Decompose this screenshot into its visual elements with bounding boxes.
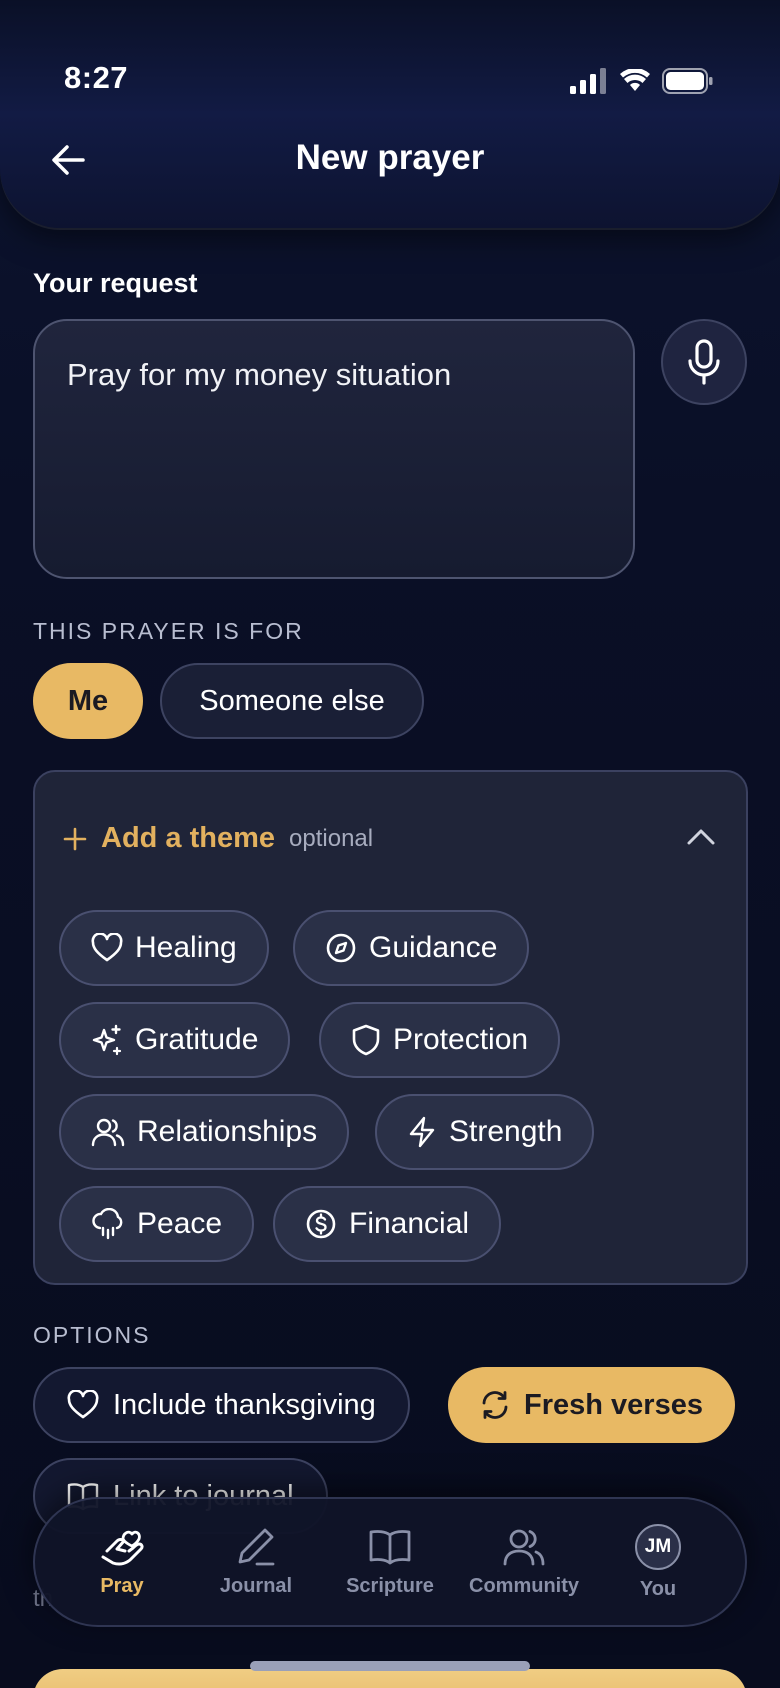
chip-label: Protection: [393, 1023, 529, 1056]
chip-label: Relationships: [137, 1115, 318, 1148]
avatar: JM: [635, 1523, 681, 1570]
chip-label: Guidance: [369, 931, 498, 964]
theme-chip-peace[interactable]: Peace: [59, 1186, 255, 1262]
nav-label: Scripture: [346, 1574, 434, 1597]
theme-title: Add a theme: [101, 822, 276, 854]
microphone-icon: [688, 339, 720, 385]
lightning-icon: [409, 1116, 435, 1148]
signal-icon: [570, 68, 606, 94]
nav-item-journal[interactable]: Journal: [191, 1527, 321, 1598]
theme-optional: optional: [289, 824, 374, 852]
home-indicator: [250, 1661, 530, 1671]
chip-label: Strength: [449, 1115, 563, 1148]
chip-label: Peace: [137, 1207, 223, 1240]
cloud-rain-icon: [92, 1208, 123, 1240]
wifi-icon: [620, 69, 650, 91]
theme-chip-financial[interactable]: Financial: [273, 1186, 502, 1262]
nav-label: Pray: [100, 1574, 144, 1597]
theme-chip-guidance[interactable]: Guidance: [293, 910, 530, 986]
refresh-icon: [482, 1391, 508, 1419]
primary-action-button[interactable]: [33, 1669, 747, 1688]
option-label: Include thanksgiving: [113, 1388, 376, 1421]
theme-header[interactable]: Add a theme optional: [63, 822, 373, 855]
prayer-for-me-pill[interactable]: Me: [33, 663, 143, 739]
page-title: New prayer: [295, 138, 485, 177]
request-label: Your request: [33, 268, 198, 298]
option-include-thanksgiving[interactable]: Include thanksgiving: [33, 1367, 410, 1443]
status-time: 8:27: [64, 60, 129, 95]
heart-icon: [67, 1390, 99, 1419]
request-textarea[interactable]: Pray for my money situation: [33, 319, 635, 579]
users-icon: [91, 1118, 125, 1147]
plus-icon: [63, 827, 87, 850]
compass-icon: [326, 933, 356, 963]
heart-icon: [91, 933, 123, 962]
chip-label: Financial: [349, 1207, 470, 1240]
battery-icon: [662, 68, 713, 94]
dollar-circle-icon: [306, 1209, 336, 1239]
nav-item-you[interactable]: JM You: [593, 1523, 723, 1601]
nav-label: Journal: [219, 1574, 293, 1597]
shield-icon: [352, 1024, 380, 1056]
bottom-nav: Pray Journal Scripture Community JM You: [33, 1497, 747, 1627]
users-icon: [503, 1529, 545, 1565]
chevron-up-icon[interactable]: [686, 826, 716, 846]
nav-label: Community: [469, 1574, 579, 1597]
theme-chip-gratitude[interactable]: Gratitude: [59, 1002, 291, 1078]
open-book-icon: [369, 1529, 411, 1564]
prayer-for-someone-else-pill[interactable]: Someone else: [160, 663, 424, 739]
chip-label: Gratitude: [135, 1023, 259, 1056]
nav-label: You: [639, 1577, 677, 1600]
option-fresh-verses[interactable]: Fresh verses: [448, 1367, 735, 1443]
nav-item-community[interactable]: Community: [459, 1527, 589, 1598]
prayer-for-label: THIS PRAYER IS FOR: [33, 618, 304, 644]
praying-hands-icon: [101, 1530, 144, 1565]
nav-item-pray[interactable]: Pray: [57, 1527, 187, 1598]
nav-item-scripture[interactable]: Scripture: [325, 1527, 455, 1598]
chip-label: Healing: [135, 931, 237, 964]
theme-chip-healing[interactable]: Healing: [59, 910, 269, 986]
header: 8:27 New prayer: [0, 0, 780, 228]
microphone-button[interactable]: [661, 319, 747, 405]
pencil-icon: [238, 1528, 275, 1565]
option-label: Fresh verses: [524, 1388, 703, 1421]
theme-chip-relationships[interactable]: Relationships: [59, 1094, 350, 1170]
theme-chip-strength[interactable]: Strength: [375, 1094, 595, 1170]
theme-card: Add a theme optional Healing Guidance Gr…: [33, 770, 748, 1285]
theme-chip-protection[interactable]: Protection: [319, 1002, 561, 1078]
sparkles-icon: [92, 1024, 122, 1056]
options-label: OPTIONS: [33, 1322, 151, 1348]
screen: 8:27 New prayer Your request Pray for my…: [0, 0, 780, 1688]
status-icons: [570, 68, 714, 94]
